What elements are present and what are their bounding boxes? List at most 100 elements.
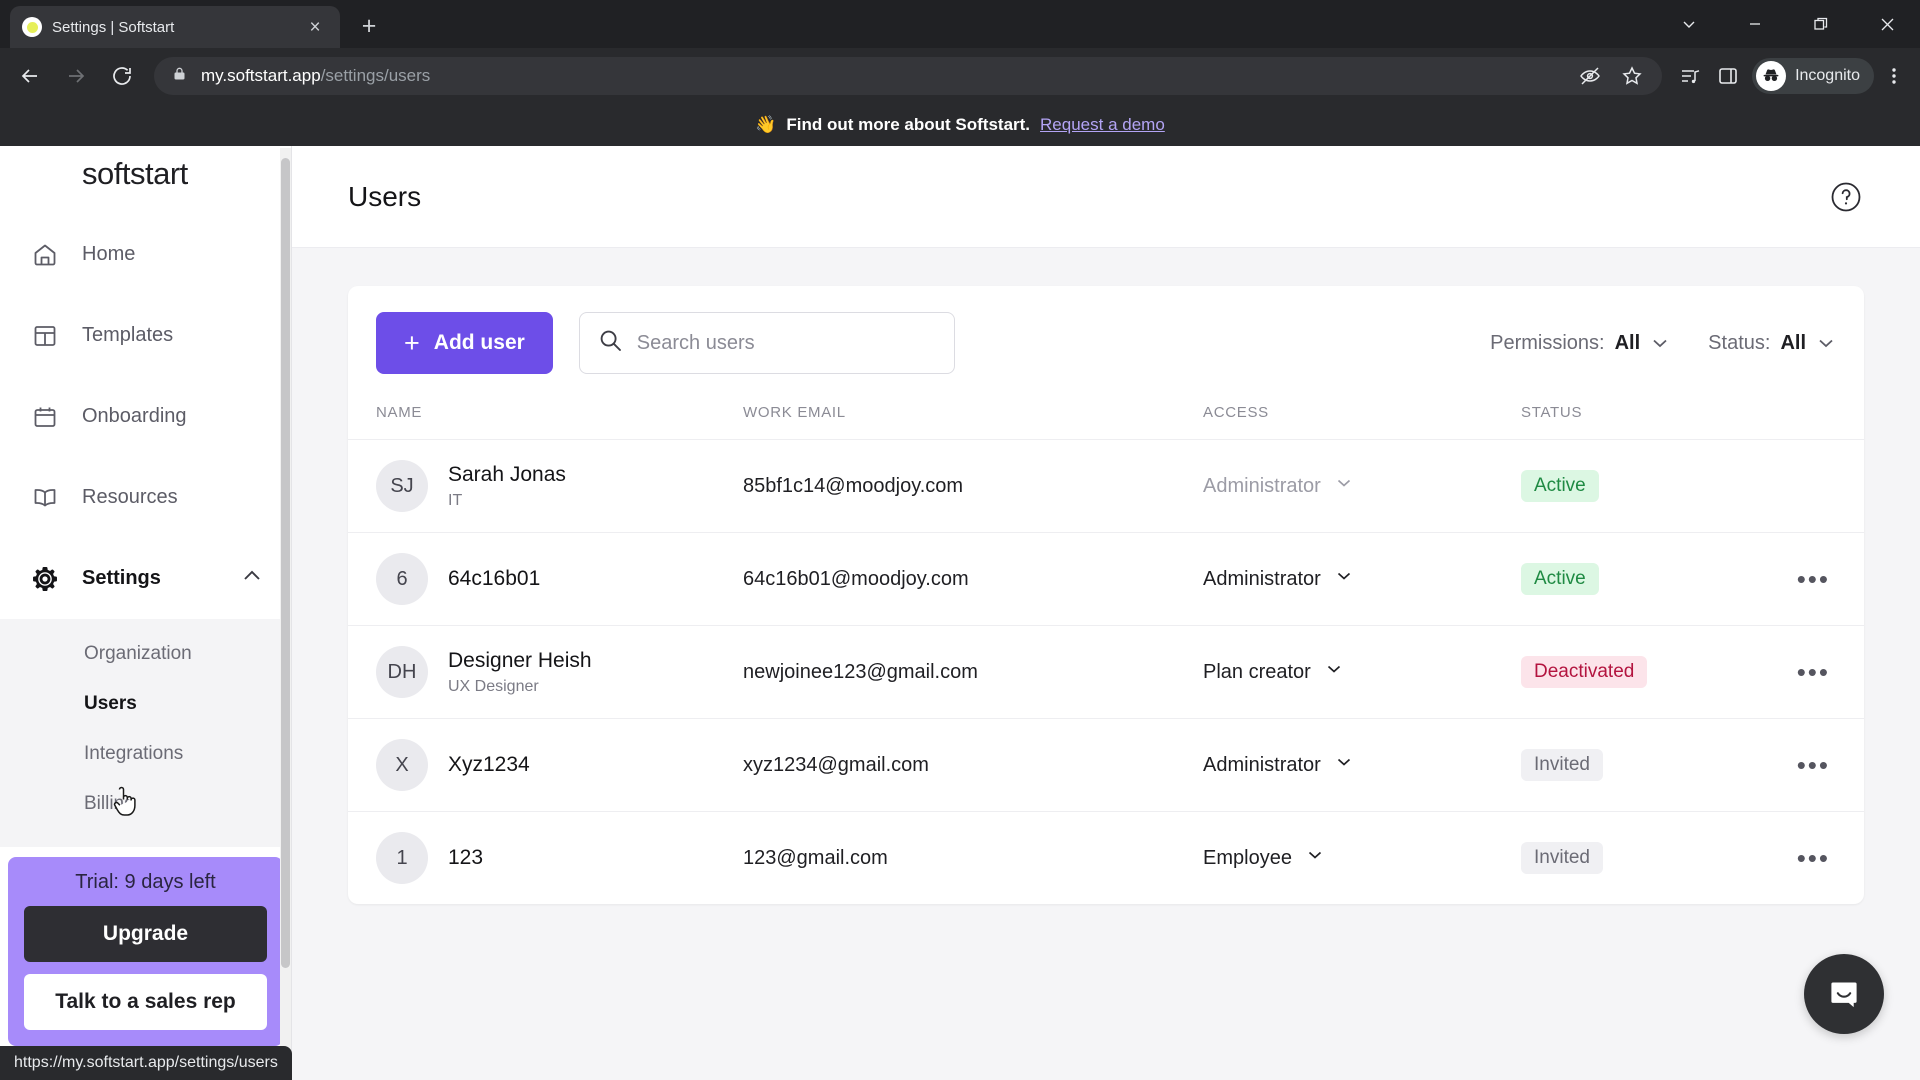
help-circle-icon[interactable] xyxy=(1828,179,1864,215)
sidebar-scrollbar[interactable] xyxy=(280,148,291,1078)
window-controls xyxy=(1656,0,1920,48)
sidebar-item-users[interactable]: Users xyxy=(0,679,291,729)
person-text: Designer Heish UX Designer xyxy=(448,648,592,695)
access-value: Administrator xyxy=(1203,567,1321,590)
tab-strip: Settings | Softstart × + xyxy=(0,0,1920,48)
maximize-icon[interactable] xyxy=(1788,0,1854,48)
back-icon[interactable] xyxy=(8,54,52,98)
status-filter[interactable]: Status: All xyxy=(1708,332,1836,355)
bookmark-star-icon[interactable] xyxy=(1614,58,1650,94)
cell-email: 64c16b01@moodjoy.com xyxy=(743,533,1203,626)
chevron-down-icon[interactable] xyxy=(1335,753,1353,777)
reading-list-icon[interactable] xyxy=(1672,58,1708,94)
cell-actions: ••• xyxy=(1771,533,1864,626)
user-role: IT xyxy=(448,491,463,509)
table-row[interactable]: 1 123 123@gmail.com Employee Invited ••• xyxy=(348,812,1864,905)
settings-submenu: Organization Users Integrations Billing xyxy=(0,619,291,847)
sidebar-item-home[interactable]: Home xyxy=(0,214,291,295)
trial-card: Trial: 9 days left Upgrade Talk to a sal… xyxy=(8,857,283,1046)
sidebar-item-integrations[interactable]: Integrations xyxy=(0,729,291,779)
sidebar-item-settings[interactable]: Settings xyxy=(0,538,291,619)
users-toolbar: + Add user Permis xyxy=(348,286,1864,398)
search-input[interactable] xyxy=(636,331,936,355)
add-user-button[interactable]: + Add user xyxy=(376,312,553,374)
intercom-chat-button[interactable] xyxy=(1804,954,1884,1034)
cell-name: 6 64c16b01 xyxy=(348,533,743,626)
sidebar-item-billing[interactable]: Billing xyxy=(0,779,291,829)
incognito-profile-button[interactable]: Incognito xyxy=(1752,58,1874,94)
address-bar[interactable]: my.softstart.app/settings/users xyxy=(154,57,1663,95)
person: SJ Sarah Jonas IT xyxy=(376,460,743,512)
cell-name: DH Designer Heish UX Designer xyxy=(348,626,743,719)
search-users-box[interactable] xyxy=(578,312,955,374)
upgrade-button[interactable]: Upgrade xyxy=(24,906,267,962)
avatar: 1 xyxy=(376,832,428,884)
browser-tab[interactable]: Settings | Softstart × xyxy=(10,6,340,48)
sidebar: softstart Home Templates Onboarding Reso… xyxy=(0,146,292,1080)
cell-email: 85bf1c14@moodjoy.com xyxy=(743,440,1203,533)
three-dot-menu-icon[interactable] xyxy=(1876,58,1912,94)
access-value: Plan creator xyxy=(1203,660,1311,683)
new-tab-button[interactable]: + xyxy=(354,14,384,39)
access-dropdown[interactable]: Employee xyxy=(1203,846,1521,870)
close-tab-icon[interactable]: × xyxy=(302,18,328,37)
sidebar-item-onboarding[interactable]: Onboarding xyxy=(0,376,291,457)
column-header-status: STATUS xyxy=(1521,398,1771,440)
forward-icon xyxy=(54,54,98,98)
avatar: DH xyxy=(376,646,428,698)
cell-status: Active xyxy=(1521,533,1771,626)
table-row[interactable]: X Xyz1234 xyz1234@gmail.com Administrator In… xyxy=(348,719,1864,812)
row-menu-icon[interactable]: ••• xyxy=(1797,843,1830,873)
cell-status: Invited xyxy=(1521,719,1771,812)
user-email: newjoinee123@gmail.com xyxy=(743,660,978,683)
chevron-down-icon[interactable] xyxy=(1816,333,1836,353)
access-dropdown[interactable]: Administrator xyxy=(1203,474,1521,498)
tab-search-chevron-icon[interactable] xyxy=(1656,0,1722,48)
reload-icon[interactable] xyxy=(100,54,144,98)
scrollbar-thumb[interactable] xyxy=(281,158,290,968)
permissions-filter-label: Permissions: xyxy=(1490,331,1605,354)
access-dropdown[interactable]: Plan creator xyxy=(1203,660,1521,684)
chevron-down-icon[interactable] xyxy=(1335,567,1353,591)
table-row[interactable]: SJ Sarah Jonas IT 85bf1c14@moodjoy.com Admin… xyxy=(348,440,1864,533)
avatar: X xyxy=(376,739,428,791)
minimize-icon[interactable] xyxy=(1722,0,1788,48)
person: 1 123 xyxy=(376,832,743,884)
user-email: 85bf1c14@moodjoy.com xyxy=(743,474,964,497)
users-table: NAME WORK EMAIL ACCESS STATUS SJ Sarah Jo… xyxy=(348,398,1864,904)
user-name: Xyz1234 xyxy=(448,752,530,776)
user-name: Designer Heish xyxy=(448,649,592,673)
chevron-down-icon[interactable] xyxy=(1650,333,1670,353)
talk-to-sales-button[interactable]: Talk to a sales rep xyxy=(24,974,267,1030)
search-icon xyxy=(598,328,623,358)
brand-logo[interactable]: softstart xyxy=(0,146,291,214)
cell-access: Administrator xyxy=(1203,440,1521,533)
sidebar-item-organization[interactable]: Organization xyxy=(0,629,291,679)
eye-off-icon[interactable] xyxy=(1572,58,1608,94)
person-text: Xyz1234 xyxy=(448,752,530,778)
browser-window: Settings | Softstart × + my.softstart.ap… xyxy=(0,0,1920,1080)
request-demo-link[interactable]: Request a demo xyxy=(1040,115,1165,135)
chevron-down-icon[interactable] xyxy=(1325,660,1343,684)
user-name: Sarah Jonas xyxy=(448,463,566,487)
row-menu-icon[interactable]: ••• xyxy=(1797,657,1830,687)
permissions-filter[interactable]: Permissions: All xyxy=(1490,332,1670,355)
chevron-up-icon[interactable] xyxy=(241,565,263,593)
chevron-down-icon[interactable] xyxy=(1335,474,1353,498)
side-panel-icon[interactable] xyxy=(1710,58,1746,94)
row-menu-icon[interactable]: ••• xyxy=(1797,564,1830,594)
user-email: 64c16b01@moodjoy.com xyxy=(743,567,969,590)
access-dropdown[interactable]: Administrator xyxy=(1203,567,1521,591)
status-badge: Active xyxy=(1521,470,1599,502)
table-row[interactable]: 6 64c16b01 64c16b01@moodjoy.com Administrat… xyxy=(348,533,1864,626)
sidebar-item-resources[interactable]: Resources xyxy=(0,457,291,538)
chevron-down-icon[interactable] xyxy=(1306,846,1324,870)
sidebar-item-templates[interactable]: Templates xyxy=(0,295,291,376)
person: DH Designer Heish UX Designer xyxy=(376,646,743,698)
table-row[interactable]: DH Designer Heish UX Designer newjoinee123@… xyxy=(348,626,1864,719)
sidebar-item-label: Resources xyxy=(82,486,178,508)
row-menu-icon[interactable]: ••• xyxy=(1797,750,1830,780)
column-header-actions xyxy=(1771,398,1864,440)
access-dropdown[interactable]: Administrator xyxy=(1203,753,1521,777)
close-window-icon[interactable] xyxy=(1854,0,1920,48)
